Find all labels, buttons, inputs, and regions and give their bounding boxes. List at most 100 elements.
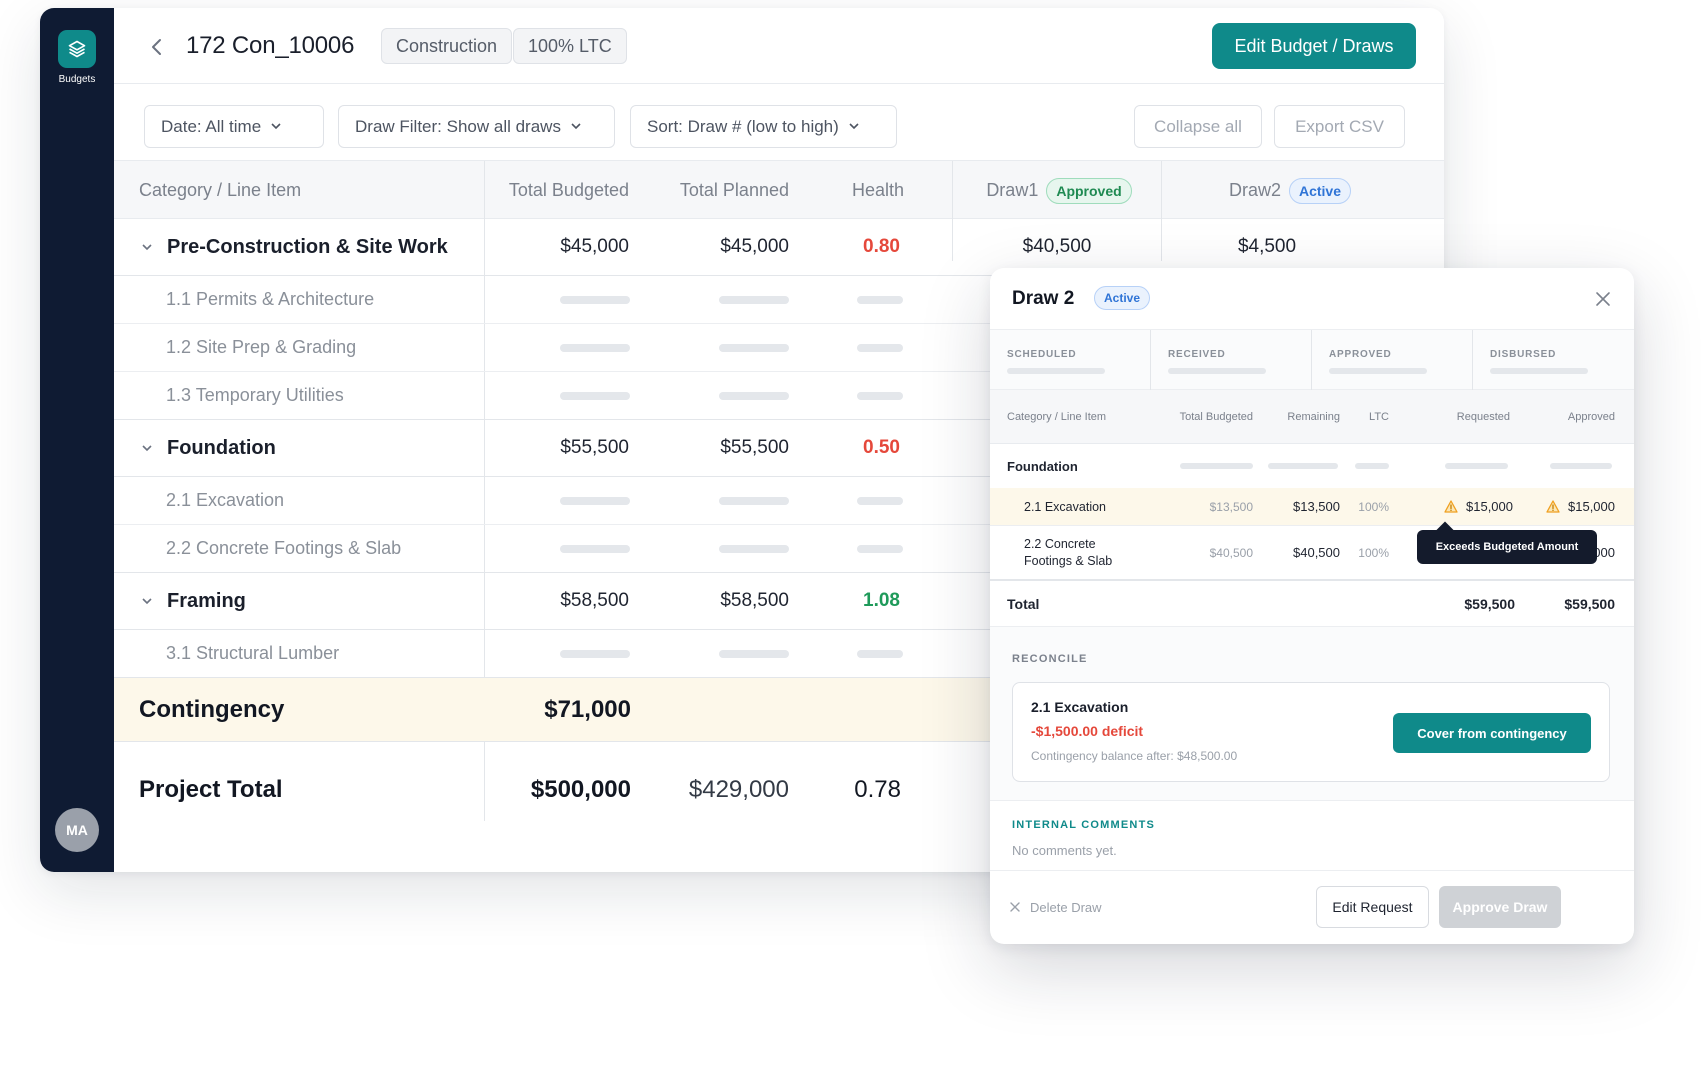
line-item-name: 2.1 Excavation bbox=[1024, 499, 1106, 514]
panel-footer: Delete Draw Edit Request Approve Draw bbox=[990, 870, 1634, 944]
ltc-value: 100% bbox=[1358, 499, 1389, 514]
col-total-budgeted: Total Budgeted bbox=[1179, 411, 1253, 423]
col-ltc: LTC bbox=[1369, 411, 1389, 423]
draw1-cell: $40,500 bbox=[952, 219, 1162, 275]
back-button[interactable] bbox=[144, 34, 170, 60]
health-cell: 1.08 bbox=[804, 573, 900, 629]
edit-budget-draws-button[interactable]: Edit Budget / Draws bbox=[1212, 23, 1416, 69]
line-item-name: 1.2 Site Prep & Grading bbox=[166, 337, 357, 357]
warning-icon bbox=[1444, 500, 1458, 513]
close-icon[interactable] bbox=[1594, 290, 1612, 308]
layers-icon bbox=[68, 40, 86, 58]
delete-draw-button[interactable]: Delete Draw bbox=[1010, 886, 1120, 928]
col-draw1[interactable]: Draw1 Approved bbox=[944, 161, 1174, 219]
approved-cell[interactable]: $15,000 bbox=[1495, 488, 1615, 525]
approve-draw-button[interactable]: Approve Draw bbox=[1439, 886, 1561, 928]
draw-detail-panel: Draw 2 Active SCHEDULED RECEIVED APPROVE… bbox=[990, 268, 1634, 944]
skeleton-bar bbox=[1268, 463, 1338, 469]
project-total-planned: $429,000 bbox=[688, 776, 789, 803]
chevron-down-icon[interactable] bbox=[139, 239, 155, 255]
top-bar: 172 Con_10006 Construction 100% LTC Edit… bbox=[114, 8, 1444, 84]
panel-total-row: Total $59,500 $59,500 bbox=[990, 581, 1634, 627]
stage-label: APPROVED bbox=[1329, 349, 1392, 360]
remaining-value: $40,500 bbox=[1293, 545, 1340, 560]
category-cell: Foundation bbox=[139, 420, 276, 476]
exceeds-budget-tooltip: Exceeds Budgeted Amount bbox=[1417, 530, 1597, 564]
skeleton-bar bbox=[560, 496, 630, 505]
category-name: Foundation bbox=[167, 436, 276, 459]
ltc-value: 100% bbox=[1358, 545, 1389, 560]
reconcile-item-name: 2.1 Excavation bbox=[1031, 699, 1129, 715]
skeleton-bar bbox=[560, 295, 630, 304]
stage-approved[interactable]: APPROVED bbox=[1312, 330, 1473, 390]
budgeted-value: $13,500 bbox=[1209, 499, 1253, 514]
skeleton-bar bbox=[560, 391, 630, 400]
chevron-down-icon[interactable] bbox=[139, 593, 155, 609]
skeleton-bar bbox=[560, 649, 630, 658]
export-csv-button[interactable]: Export CSV bbox=[1274, 105, 1405, 148]
edit-request-button[interactable]: Edit Request bbox=[1316, 886, 1429, 928]
project-total-budgeted: $500,000 bbox=[530, 776, 631, 803]
draw-filter-dropdown[interactable]: Draw Filter: Show all draws bbox=[338, 105, 615, 148]
skeleton-bar bbox=[857, 496, 903, 505]
col-draw2[interactable]: Draw2 Active bbox=[1174, 161, 1406, 219]
col-approved: Approved bbox=[1567, 411, 1615, 423]
skeleton-bar bbox=[857, 649, 903, 658]
planned-cell: $45,000 bbox=[654, 219, 789, 275]
skeleton-bar bbox=[1180, 463, 1253, 469]
stage-label: DISBURSED bbox=[1490, 349, 1557, 360]
user-avatar[interactable]: MA bbox=[55, 808, 99, 852]
line-item-name: 2.1 Excavation bbox=[166, 490, 285, 510]
draw-filter-label: Draw Filter: Show all draws bbox=[355, 116, 561, 136]
panel-table-header: Category / Line Item Total Budgeted Rema… bbox=[990, 390, 1634, 444]
chevron-down-icon[interactable] bbox=[139, 440, 155, 456]
draw-stage-tracker: SCHEDULED RECEIVED APPROVED DISBURSED bbox=[990, 330, 1634, 390]
col-total-planned: Total Planned bbox=[679, 180, 789, 200]
panel-group-row: Foundation bbox=[990, 444, 1634, 488]
skeleton-bar bbox=[857, 544, 903, 553]
sidebar: Budgets MA bbox=[40, 8, 114, 872]
reconcile-card: 2.1 Excavation -$1,500.00 deficit Contin… bbox=[1012, 682, 1610, 782]
stage-disbursed[interactable]: DISBURSED bbox=[1473, 330, 1634, 390]
category-cell: Pre-Construction & Site Work bbox=[139, 219, 448, 275]
skeleton-bar bbox=[719, 391, 789, 400]
skeleton-bar bbox=[560, 343, 630, 352]
comments-empty-text: No comments yet. bbox=[1012, 843, 1117, 858]
panel-line-item-row[interactable]: 2.1 Excavation $13,500 $13,500 100% $15,… bbox=[990, 488, 1634, 526]
sort-dropdown[interactable]: Sort: Draw # (low to high) bbox=[630, 105, 897, 148]
stage-label: SCHEDULED bbox=[1007, 349, 1077, 360]
delete-draw-label: Delete Draw bbox=[1030, 899, 1102, 915]
budgeted-cell: $55,500 bbox=[494, 420, 629, 476]
chevron-down-icon bbox=[849, 123, 859, 130]
approved-value: $15,000 bbox=[1568, 499, 1615, 514]
skeleton-bar bbox=[719, 649, 789, 658]
project-title: 172 Con_10006 bbox=[186, 32, 355, 59]
skeleton-bar bbox=[1550, 463, 1612, 469]
draw1-value: $40,500 bbox=[1022, 236, 1092, 257]
cover-from-contingency-button[interactable]: Cover from contingency bbox=[1393, 713, 1591, 753]
category-name: Framing bbox=[167, 589, 246, 612]
draw2-cell: $4,500 bbox=[1162, 219, 1372, 275]
planned-cell: $58,500 bbox=[654, 573, 789, 629]
health-cell: 0.50 bbox=[804, 420, 900, 476]
stage-scheduled[interactable]: SCHEDULED bbox=[990, 330, 1151, 390]
stage-received[interactable]: RECEIVED bbox=[1151, 330, 1312, 390]
skeleton-bar bbox=[1355, 463, 1389, 469]
budgeted-cell: $58,500 bbox=[494, 573, 629, 629]
date-filter-dropdown[interactable]: Date: All time bbox=[144, 105, 324, 148]
reconcile-balance-after: Contingency balance after: $48,500.00 bbox=[1031, 749, 1238, 763]
col-health: Health bbox=[851, 180, 904, 200]
budgeted-value: $55,500 bbox=[560, 437, 629, 458]
skeleton-bar bbox=[719, 343, 789, 352]
skeleton-bar bbox=[719, 496, 789, 505]
total-label: Total bbox=[1007, 595, 1040, 612]
contingency-label: Contingency bbox=[139, 695, 285, 723]
draw2-label: Draw2 bbox=[1228, 180, 1281, 200]
filter-bar: Date: All time Draw Filter: Show all dra… bbox=[114, 84, 1444, 161]
collapse-all-button[interactable]: Collapse all bbox=[1134, 105, 1262, 148]
category-cell: Framing bbox=[139, 573, 246, 629]
budgets-nav-button[interactable] bbox=[58, 30, 96, 68]
sidebar-nav-label: Budgets bbox=[58, 74, 96, 85]
tag-loan-type: Construction bbox=[381, 28, 513, 64]
skeleton-bar bbox=[560, 544, 630, 553]
